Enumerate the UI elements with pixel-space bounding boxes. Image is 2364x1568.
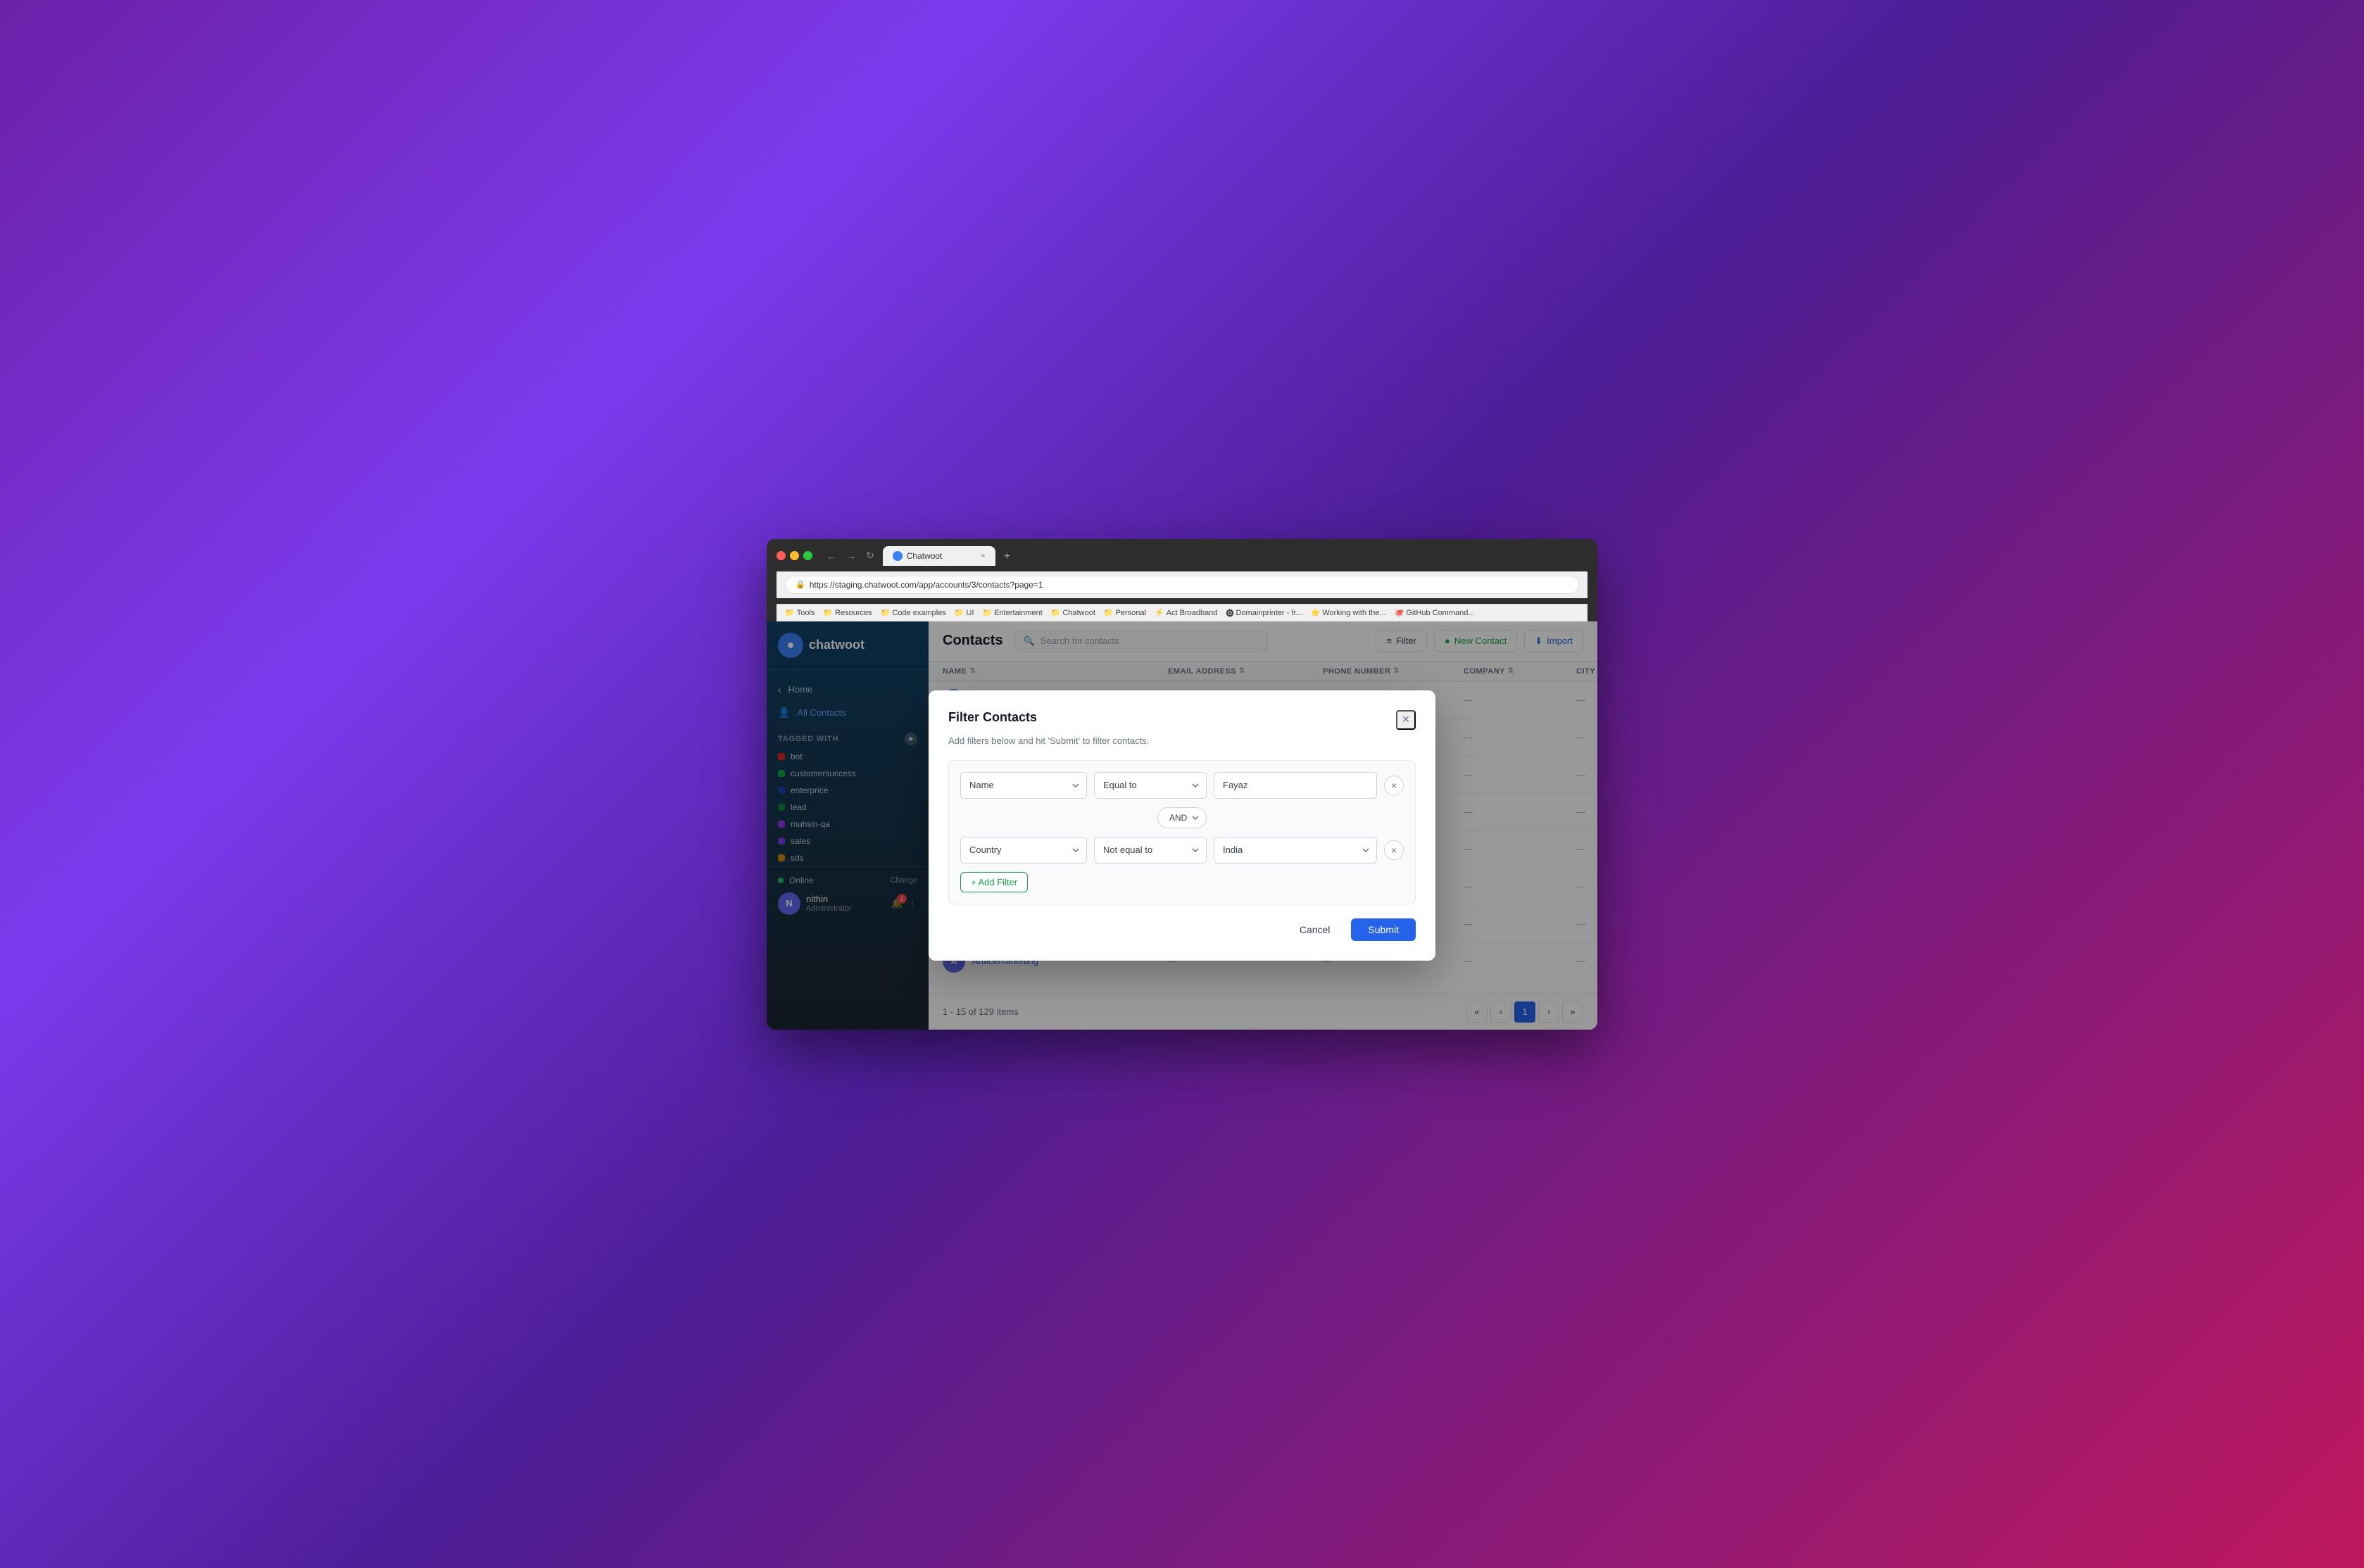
filter2-operator-select[interactable]: Equal to Not equal to Contains Does not … xyxy=(1094,837,1207,864)
filter-section: Name Email Phone Company City Country Eq… xyxy=(948,760,1416,904)
filter1-clear-button[interactable]: × xyxy=(1384,776,1404,795)
url-text: https://staging.chatwoot.com/app/account… xyxy=(810,580,1043,590)
filter2-clear-button[interactable]: × xyxy=(1384,840,1404,860)
modal-subtitle: Add filters below and hit 'Submit' to fi… xyxy=(948,735,1416,746)
filter-row-1: Name Email Phone Company City Country Eq… xyxy=(960,772,1404,799)
bookmark-working[interactable]: ⭐Working with the... xyxy=(1311,607,1386,619)
bookmark-entertainment[interactable]: 📁Entertainment xyxy=(983,607,1043,619)
bookmark-act[interactable]: ⚡Act Broadband xyxy=(1155,607,1217,619)
tab-favicon xyxy=(893,551,903,561)
close-button[interactable] xyxy=(777,551,786,560)
filter-connector: AND OR xyxy=(960,807,1404,828)
submit-button[interactable]: Submit xyxy=(1351,918,1416,941)
minimize-button[interactable] xyxy=(790,551,799,560)
maximize-button[interactable] xyxy=(803,551,812,560)
main-content: Contacts 🔍 Search for contacts ≡ Filter … xyxy=(929,621,1597,1030)
bookmark-chatwoot[interactable]: 📁Chatwoot xyxy=(1051,607,1095,619)
address-bar[interactable]: 🔒 https://staging.chatwoot.com/app/accou… xyxy=(785,576,1579,594)
bookmark-domain[interactable]: 🅓Domainprinter - fr... xyxy=(1226,607,1302,619)
filter2-value-select[interactable]: India United States United Kingdom Canad… xyxy=(1214,837,1377,864)
filter2-field-select[interactable]: Name Email Phone Company City Country xyxy=(960,837,1087,864)
modal-title: Filter Contacts xyxy=(948,710,1037,725)
bookmark-github[interactable]: 🐙GitHub Command... xyxy=(1395,607,1475,619)
filter1-operator-select[interactable]: Equal to Not equal to Contains Does not … xyxy=(1094,772,1207,799)
bookmark-tools[interactable]: 📁Tools xyxy=(785,607,815,619)
connector-select[interactable]: AND OR xyxy=(1157,807,1207,828)
active-browser-tab[interactable]: Chatwoot × xyxy=(883,546,995,566)
nav-back-button[interactable]: ← xyxy=(824,549,839,563)
modal-close-button[interactable]: × xyxy=(1396,710,1416,730)
bookmark-resources[interactable]: 📁Resources xyxy=(823,607,872,619)
nav-refresh-button[interactable]: ↻ xyxy=(863,548,877,563)
modal-header: Filter Contacts × xyxy=(948,710,1416,730)
add-filter-button[interactable]: + Add Filter xyxy=(960,872,1028,892)
new-tab-button[interactable]: + xyxy=(998,548,1016,566)
tab-close-button[interactable]: × xyxy=(981,552,985,560)
bookmark-code[interactable]: 📁Code examples xyxy=(881,607,946,619)
bookmark-personal[interactable]: 📁Personal xyxy=(1104,607,1146,619)
filter-row-2: Name Email Phone Company City Country Eq… xyxy=(960,837,1404,864)
bookmarks-bar: 📁Tools 📁Resources 📁Code examples 📁UI 📁En… xyxy=(777,604,1587,621)
nav-forward-button[interactable]: → xyxy=(843,549,859,563)
modal-footer: Cancel Submit xyxy=(948,918,1416,941)
cancel-button[interactable]: Cancel xyxy=(1285,918,1345,941)
modal-overlay[interactable]: Filter Contacts × Add filters below and … xyxy=(929,621,1597,1030)
lock-icon: 🔒 xyxy=(796,580,805,589)
bookmark-ui[interactable]: 📁UI xyxy=(955,607,974,619)
filter1-field-select[interactable]: Name Email Phone Company City Country xyxy=(960,772,1087,799)
tab-title: Chatwoot xyxy=(907,551,943,561)
filter1-value-input[interactable] xyxy=(1214,772,1377,799)
app-layout: ● chatwoot ‹ Home 👤 All Contacts Tagged … xyxy=(767,621,1597,1030)
filter-modal: Filter Contacts × Add filters below and … xyxy=(929,690,1435,961)
